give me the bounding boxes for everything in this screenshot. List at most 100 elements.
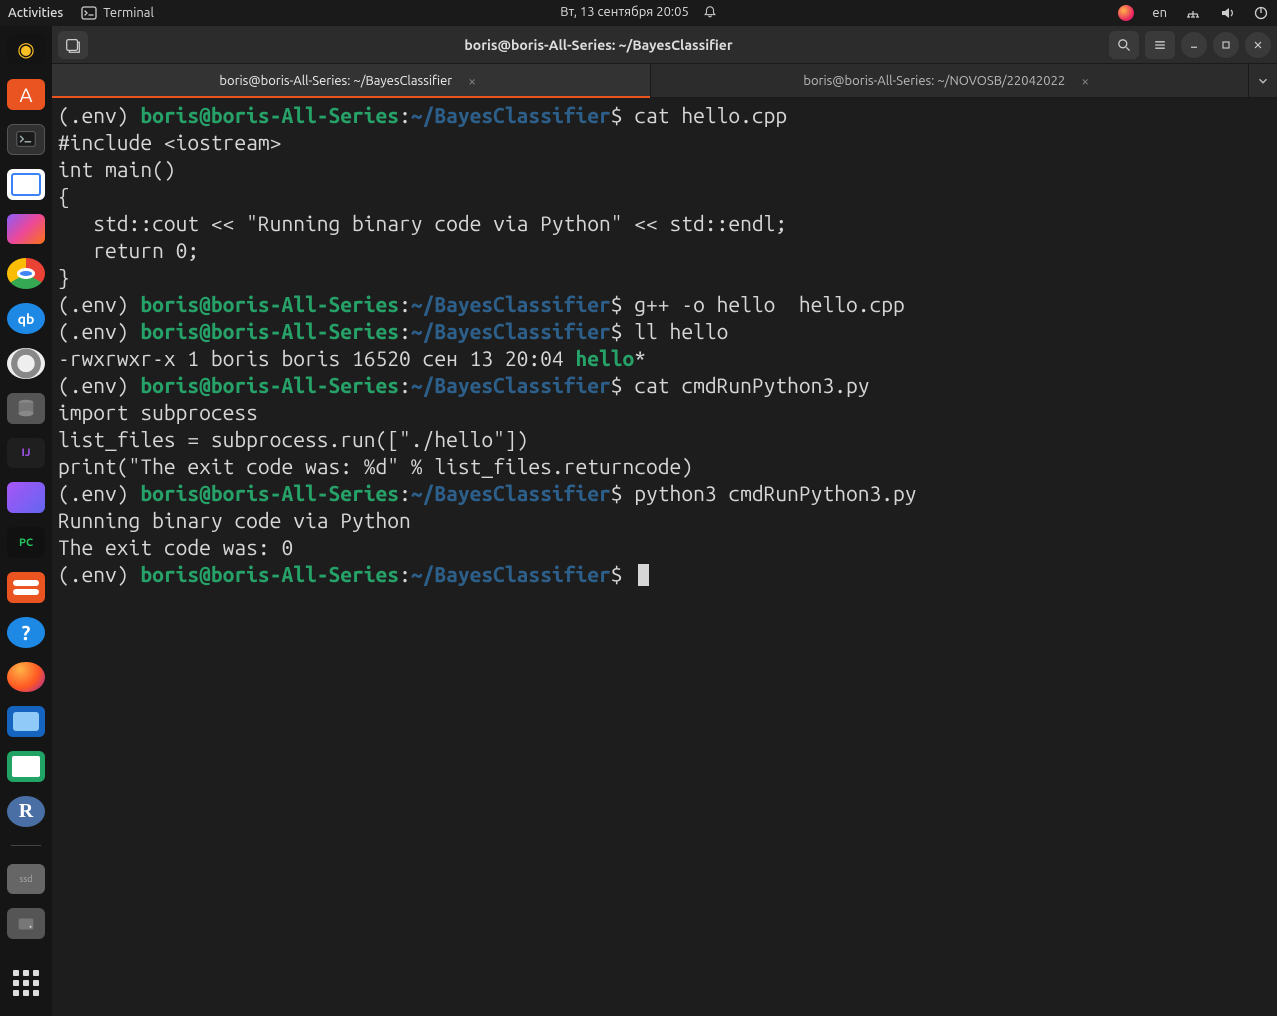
window-titlebar: boris@boris-All-Series: ~/BayesClassifie… <box>52 26 1277 64</box>
venv-prefix: (.env) <box>58 292 140 316</box>
prompt-sep: : <box>399 103 411 127</box>
dock-item-rstudio[interactable]: R <box>7 796 45 827</box>
firefox-indicator-icon[interactable] <box>1118 5 1134 21</box>
close-button[interactable] <box>1245 32 1271 58</box>
prompt-path: ~/BayesClassifier <box>411 319 611 343</box>
prompt-dollar: $ <box>611 292 635 316</box>
prompt-dollar: $ <box>611 103 635 127</box>
prompt-user: boris@boris-All-Series <box>140 373 399 397</box>
prompt-path: ~/BayesClassifier <box>411 373 611 397</box>
tab-close-icon[interactable]: × <box>462 73 482 89</box>
dock-item-tweaks[interactable] <box>7 572 45 603</box>
dock-item-software[interactable]: A <box>7 79 45 110</box>
dock-item-chrome[interactable] <box>7 258 45 289</box>
new-tab-button[interactable] <box>58 31 88 59</box>
network-icon[interactable] <box>1185 5 1201 21</box>
prompt-sep: : <box>399 373 411 397</box>
output-line: import subprocess <box>58 400 258 424</box>
dock-item-libreoffice-calc[interactable] <box>7 751 45 782</box>
tab-label: boris@boris-All-Series: ~/BayesClassifie… <box>219 74 452 88</box>
cmd-ll: ll hello <box>634 319 728 343</box>
output-line: return 0; <box>58 238 199 262</box>
venv-prefix: (.env) <box>58 103 140 127</box>
prompt-user: boris@boris-All-Series <box>140 292 399 316</box>
prompt-dollar: $ <box>611 481 635 505</box>
prompt-dollar: $ <box>611 562 635 586</box>
dock-item-shotwell[interactable] <box>7 706 45 737</box>
venv-prefix: (.env) <box>58 373 140 397</box>
output-line: std::cout << "Running binary code via Py… <box>58 211 787 235</box>
cmd-cat-hello: cat hello.cpp <box>634 103 787 127</box>
terminal-icon <box>81 5 97 21</box>
output-line: print("The exit code was: %d" % list_fil… <box>58 454 693 478</box>
power-icon[interactable] <box>1253 5 1269 21</box>
output-line: The exit code was: 0 <box>58 535 293 559</box>
cmd-cat-py: cat cmdRunPython3.py <box>634 373 869 397</box>
app-name: Terminal <box>103 6 154 20</box>
prompt-path: ~/BayesClassifier <box>411 481 611 505</box>
prompt-sep: : <box>399 319 411 343</box>
output-line: * <box>634 346 646 370</box>
output-line: } <box>58 265 70 289</box>
dock-item-intellij[interactable]: IJ <box>7 438 45 469</box>
dock-item-rhythmbox[interactable]: ◉ <box>7 34 45 65</box>
prompt-sep: : <box>399 562 411 586</box>
prompt-sep: : <box>399 481 411 505</box>
output-line: list_files = subprocess.run(["./hello"]) <box>58 427 528 451</box>
dock-item-vector-app[interactable] <box>7 482 45 513</box>
prompt-dollar: $ <box>611 319 635 343</box>
terminal-content[interactable]: (.env) boris@boris-All-Series:~/BayesCla… <box>52 98 1277 1016</box>
exec-filename: hello <box>575 346 634 370</box>
search-button[interactable] <box>1109 31 1139 59</box>
prompt-path: ~/BayesClassifier <box>411 292 611 316</box>
clock[interactable]: Вт, 13 сентября 20:05 <box>560 5 689 22</box>
dock-item-database[interactable] <box>7 393 45 424</box>
prompt-sep: : <box>399 292 411 316</box>
venv-prefix: (.env) <box>58 562 140 586</box>
dock: ◉ A qb IJ PC ? R ssd <box>0 26 52 1016</box>
terminal-tab-bar: boris@boris-All-Series: ~/BayesClassifie… <box>52 64 1277 98</box>
output-line: int main() <box>58 157 176 181</box>
app-indicator[interactable]: Terminal <box>81 5 154 21</box>
output-line: Running binary code via Python <box>58 508 411 532</box>
terminal-window: boris@boris-All-Series: ~/BayesClassifie… <box>52 26 1277 1016</box>
dock-item-disk-analyzer[interactable] <box>7 214 45 245</box>
minimize-button[interactable] <box>1181 32 1207 58</box>
prompt-user: boris@boris-All-Series <box>140 103 399 127</box>
prompt-user: boris@boris-All-Series <box>140 319 399 343</box>
dock-item-firefox[interactable] <box>7 662 45 693</box>
dock-item-help[interactable]: ? <box>7 617 45 648</box>
prompt-path: ~/BayesClassifier <box>411 103 611 127</box>
dock-item-mounted-ssd[interactable]: ssd <box>7 864 45 895</box>
top-panel: Activities Terminal Вт, 13 сентября 20:0… <box>0 0 1277 26</box>
input-language[interactable]: en <box>1152 6 1167 20</box>
output-line: -rwxrwxr-x 1 boris boris 16520 сен 13 20… <box>58 346 575 370</box>
tab-close-icon[interactable]: × <box>1075 73 1095 89</box>
cursor <box>638 564 649 586</box>
show-applications-button[interactable] <box>7 967 45 998</box>
dock-item-qbittorrent[interactable]: qb <box>7 303 45 334</box>
hamburger-menu-button[interactable] <box>1145 31 1175 59</box>
venv-prefix: (.env) <box>58 319 140 343</box>
dock-item-mounted-drive[interactable] <box>7 908 45 939</box>
cmd-python: python3 cmdRunPython3.py <box>634 481 916 505</box>
activities-button[interactable]: Activities <box>8 6 63 20</box>
tab-label: boris@boris-All-Series: ~/NOVOSB/2204202… <box>803 74 1065 88</box>
window-title: boris@boris-All-Series: ~/BayesClassifie… <box>94 37 1103 53</box>
dock-item-text-editor[interactable] <box>7 169 45 200</box>
dock-item-terminal[interactable] <box>7 124 45 155</box>
volume-icon[interactable] <box>1219 5 1235 21</box>
dock-separator <box>11 845 41 846</box>
dock-item-pycharm[interactable]: PC <box>7 527 45 558</box>
dock-item-brasero[interactable] <box>7 348 45 379</box>
tab-dropdown-button[interactable] <box>1249 64 1277 97</box>
venv-prefix: (.env) <box>58 481 140 505</box>
prompt-user: boris@boris-All-Series <box>140 481 399 505</box>
maximize-button[interactable] <box>1213 32 1239 58</box>
output-line: #include <iostream> <box>58 130 281 154</box>
notifications-icon[interactable] <box>703 5 717 22</box>
prompt-dollar: $ <box>611 373 635 397</box>
prompt-path: ~/BayesClassifier <box>411 562 611 586</box>
terminal-tab-2[interactable]: boris@boris-All-Series: ~/NOVOSB/2204202… <box>651 64 1250 97</box>
terminal-tab-1[interactable]: boris@boris-All-Series: ~/BayesClassifie… <box>52 64 651 97</box>
